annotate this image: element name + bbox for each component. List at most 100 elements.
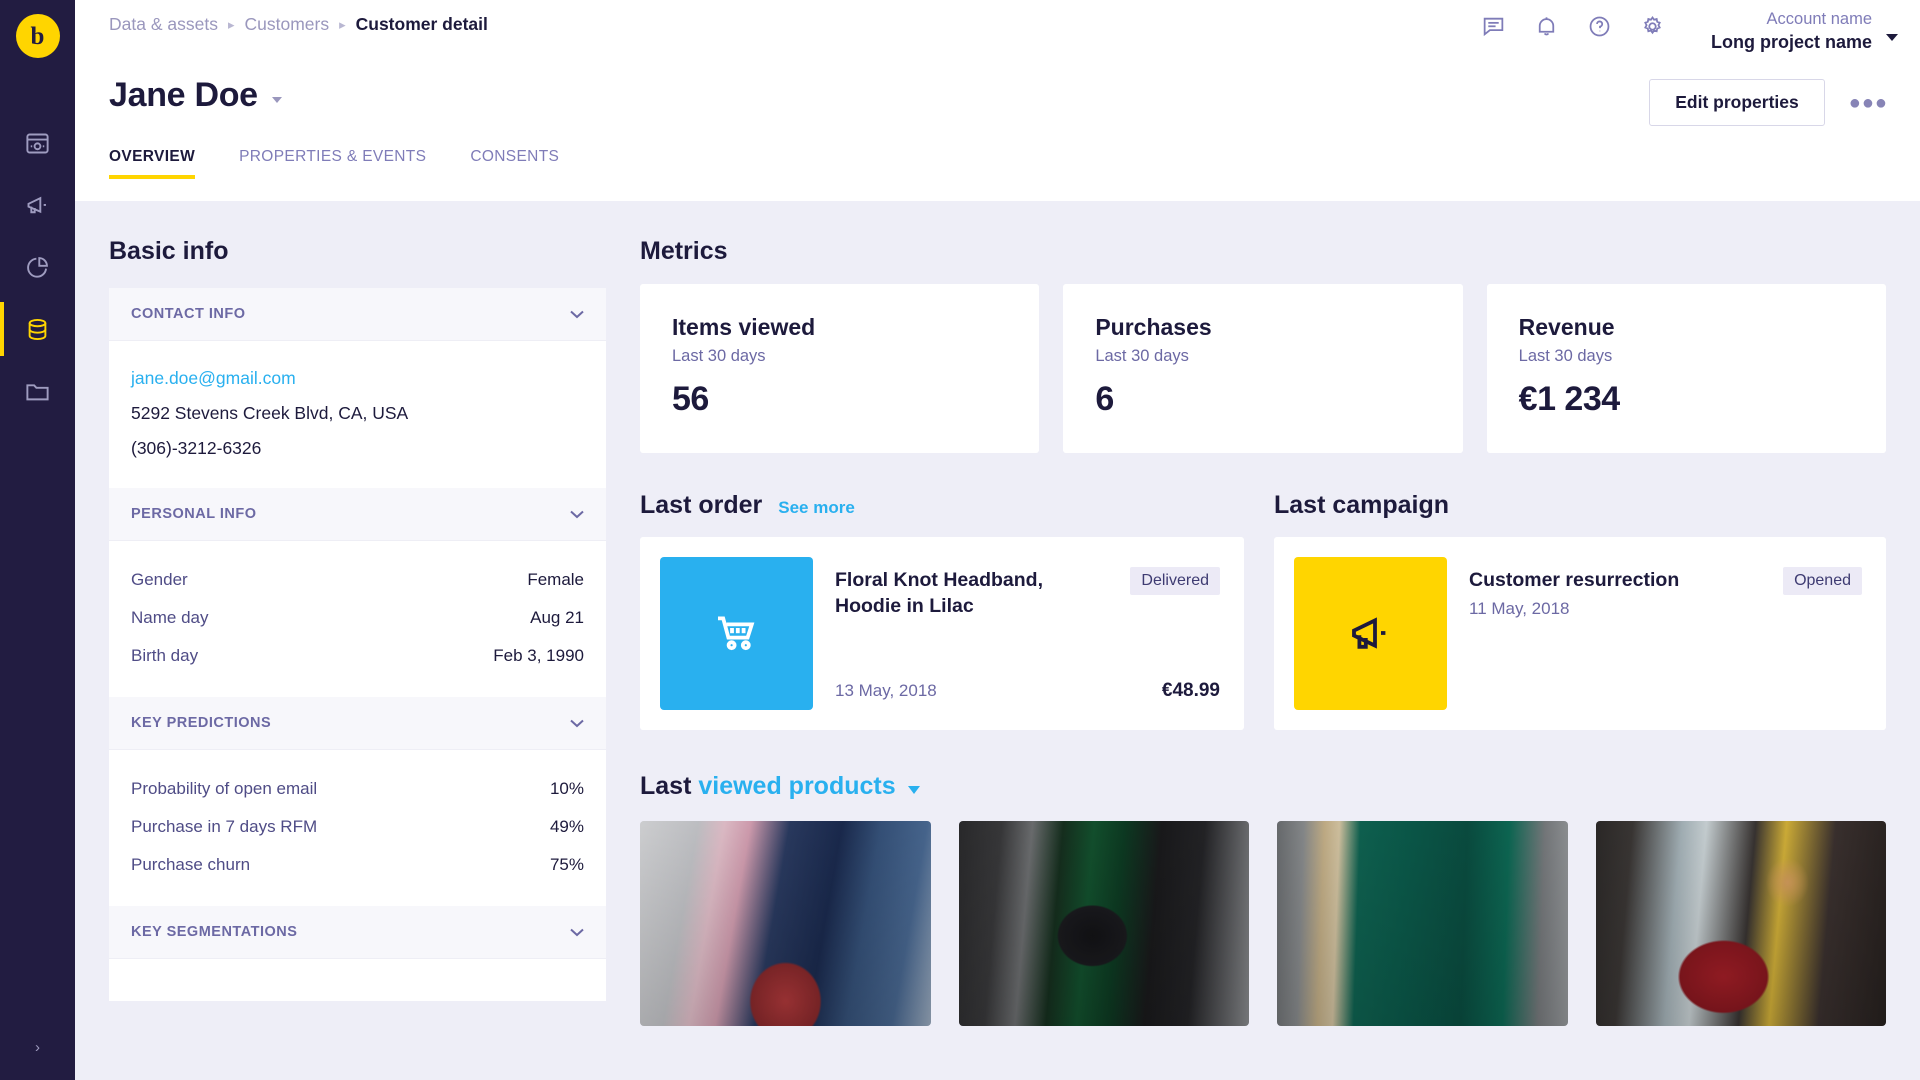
page-header: Data & assets ▸ Customers ▸ Customer det… (75, 0, 1920, 201)
info-key: Birth day (131, 646, 199, 665)
info-row-gender: Gender Female (131, 561, 584, 599)
order-thumbnail (660, 557, 813, 710)
last-viewed-products-row (640, 821, 1886, 1026)
last-campaign-card[interactable]: Customer resurrection 11 May, 2018 Opene… (1274, 537, 1886, 730)
group-header-key-predictions[interactable]: KEY PREDICTIONS (109, 697, 606, 750)
order-details: Floral Knot Headband, Hoodie in Lilac De… (835, 557, 1224, 710)
product-thumb-4[interactable] (1595, 821, 1886, 1026)
sidebar-item-files[interactable] (0, 360, 75, 422)
metrics-title: Metrics (640, 237, 728, 265)
group-label: CONTACT INFO (131, 306, 246, 322)
chevron-down-icon[interactable] (570, 719, 584, 728)
chevron-down-icon[interactable] (1886, 33, 1898, 41)
last-viewed-selector[interactable]: viewed products (698, 772, 895, 800)
product-thumb-3[interactable] (1277, 821, 1568, 1026)
product-thumb-2[interactable] (958, 821, 1249, 1026)
tab-bar: OVERVIEW PROPERTIES & EVENTS CONSENTS (109, 148, 603, 179)
address-text: 5292 Stevens Creek Blvd, CA, USA (131, 403, 409, 423)
bell-icon[interactable] (1534, 14, 1559, 39)
info-row-birth-day: Birth day Feb 3, 1990 (131, 637, 584, 675)
dashboard-icon (26, 133, 49, 153)
main-region: Data & assets ▸ Customers ▸ Customer det… (75, 0, 1920, 1080)
metric-name: Items viewed (672, 314, 816, 340)
chevron-down-icon[interactable] (907, 786, 920, 794)
tab-consents[interactable]: CONSENTS (470, 148, 559, 179)
metric-card-revenue[interactable]: Revenue Last 30 days €1 234 (1486, 284, 1886, 453)
campaign-date: 11 May, 2018 (1469, 599, 1570, 619)
metrics-row: Items viewed Last 30 days 56 Purchases L… (640, 284, 1886, 453)
page-body: Basic info CONTACT INFO jane.doe@gmail.c… (75, 201, 1920, 1080)
app-logo[interactable]: b (15, 14, 60, 58)
breadcrumb-separator-icon: ▸ (227, 16, 235, 32)
metric-card-items-viewed[interactable]: Items viewed Last 30 days 56 (640, 284, 1040, 453)
metric-card-purchases[interactable]: Purchases Last 30 days 6 (1063, 284, 1463, 453)
account-name: Account name (1766, 10, 1872, 28)
group-label: PERSONAL INFO (131, 506, 257, 522)
last-order-panel: Last order See more Floral Knot Headband… (640, 491, 1244, 730)
sidebar-item-campaigns[interactable] (0, 174, 75, 236)
help-icon[interactable] (1587, 14, 1612, 39)
gear-icon[interactable] (1640, 14, 1665, 39)
image-overlay (1277, 821, 1568, 1026)
header-right-cluster: Account name Long project name (1481, 8, 1898, 55)
overview-content: Metrics Items viewed Last 30 days 56 Pur… (606, 201, 1920, 1080)
account-switcher[interactable]: Account name Long project name (1711, 8, 1898, 55)
app-root: b › Data & assets ▸ Customers ▸ Customer… (0, 0, 1920, 1080)
rail-expand-toggle[interactable]: › (0, 1039, 75, 1056)
chevron-down-icon[interactable] (271, 97, 282, 103)
chevron-down-icon[interactable] (570, 310, 584, 319)
email-link[interactable]: jane.doe@gmail.com (131, 361, 584, 396)
info-key: Probability of open email (131, 779, 318, 798)
group-label: KEY PREDICTIONS (131, 715, 272, 731)
order-date: 13 May, 2018 (835, 681, 937, 700)
basic-info-title: Basic info (109, 237, 229, 265)
see-more-link[interactable]: See more (778, 498, 855, 518)
breadcrumb-item-data-assets[interactable]: Data & assets (109, 14, 218, 35)
campaign-name: Customer resurrection (1469, 569, 1680, 591)
tab-properties-events[interactable]: PROPERTIES & EVENTS (239, 148, 426, 179)
image-overlay (1595, 821, 1886, 1026)
order-campaign-row: Last order See more Floral Knot Headband… (640, 491, 1886, 730)
info-row-name-day: Name day Aug 21 (131, 599, 584, 637)
group-header-contact-info[interactable]: CONTACT INFO (109, 288, 606, 341)
basic-info-column: Basic info CONTACT INFO jane.doe@gmail.c… (75, 201, 606, 1080)
order-top-row: Floral Knot Headband, Hoodie in Lilac De… (835, 567, 1220, 620)
basic-info-card: CONTACT INFO jane.doe@gmail.com 5292 Ste… (109, 288, 606, 1001)
info-value: 75% (549, 855, 584, 874)
left-nav-rail: b › (0, 0, 75, 1080)
info-key: Purchase in 7 days RFM (131, 817, 318, 836)
chat-icon[interactable] (1481, 14, 1506, 39)
last-order-card[interactable]: Floral Knot Headband, Hoodie in Lilac De… (640, 537, 1244, 730)
campaign-thumbnail (1294, 557, 1447, 710)
group-body-key-predictions: Probability of open email 10% Purchase i… (109, 750, 606, 906)
group-body-key-segmentations (109, 959, 606, 1001)
info-value: 10% (549, 779, 584, 798)
page-actions: Edit properties ●●● (1649, 79, 1898, 126)
megaphone-icon (27, 196, 46, 213)
sidebar-item-analytics[interactable] (0, 236, 75, 298)
breadcrumb-item-customers[interactable]: Customers (244, 14, 329, 35)
metric-value: €1 234 (1518, 380, 1621, 418)
group-header-key-segmentations[interactable]: KEY SEGMENTATIONS (109, 906, 606, 959)
breadcrumb: Data & assets ▸ Customers ▸ Customer det… (109, 14, 488, 35)
tab-overview[interactable]: OVERVIEW (109, 148, 196, 179)
info-row-purchase-churn: Purchase churn 75% (131, 846, 584, 884)
sidebar-item-data-assets[interactable] (0, 298, 75, 360)
metric-period: Last 30 days (1518, 347, 1613, 365)
group-header-personal-info[interactable]: PERSONAL INFO (109, 488, 606, 541)
metric-name: Revenue (1518, 314, 1615, 340)
sidebar-item-dashboard[interactable] (0, 112, 75, 174)
rail-item-list (0, 112, 75, 422)
campaign-status-badge: Opened (1783, 567, 1862, 595)
more-actions-button[interactable]: ●●● (1839, 87, 1898, 119)
info-value: Female (527, 570, 584, 589)
last-viewed-prefix: Last (640, 772, 692, 800)
metric-value: 6 (1095, 380, 1114, 418)
info-value: Feb 3, 1990 (493, 646, 584, 665)
product-thumb-1[interactable] (640, 821, 931, 1026)
chevron-down-icon[interactable] (570, 928, 584, 937)
edit-properties-button[interactable]: Edit properties (1649, 79, 1825, 126)
chevron-down-icon[interactable] (570, 510, 584, 519)
last-campaign-panel: Last campaign Customer resurrection 11 M… (1274, 491, 1886, 730)
info-key: Name day (131, 608, 209, 627)
